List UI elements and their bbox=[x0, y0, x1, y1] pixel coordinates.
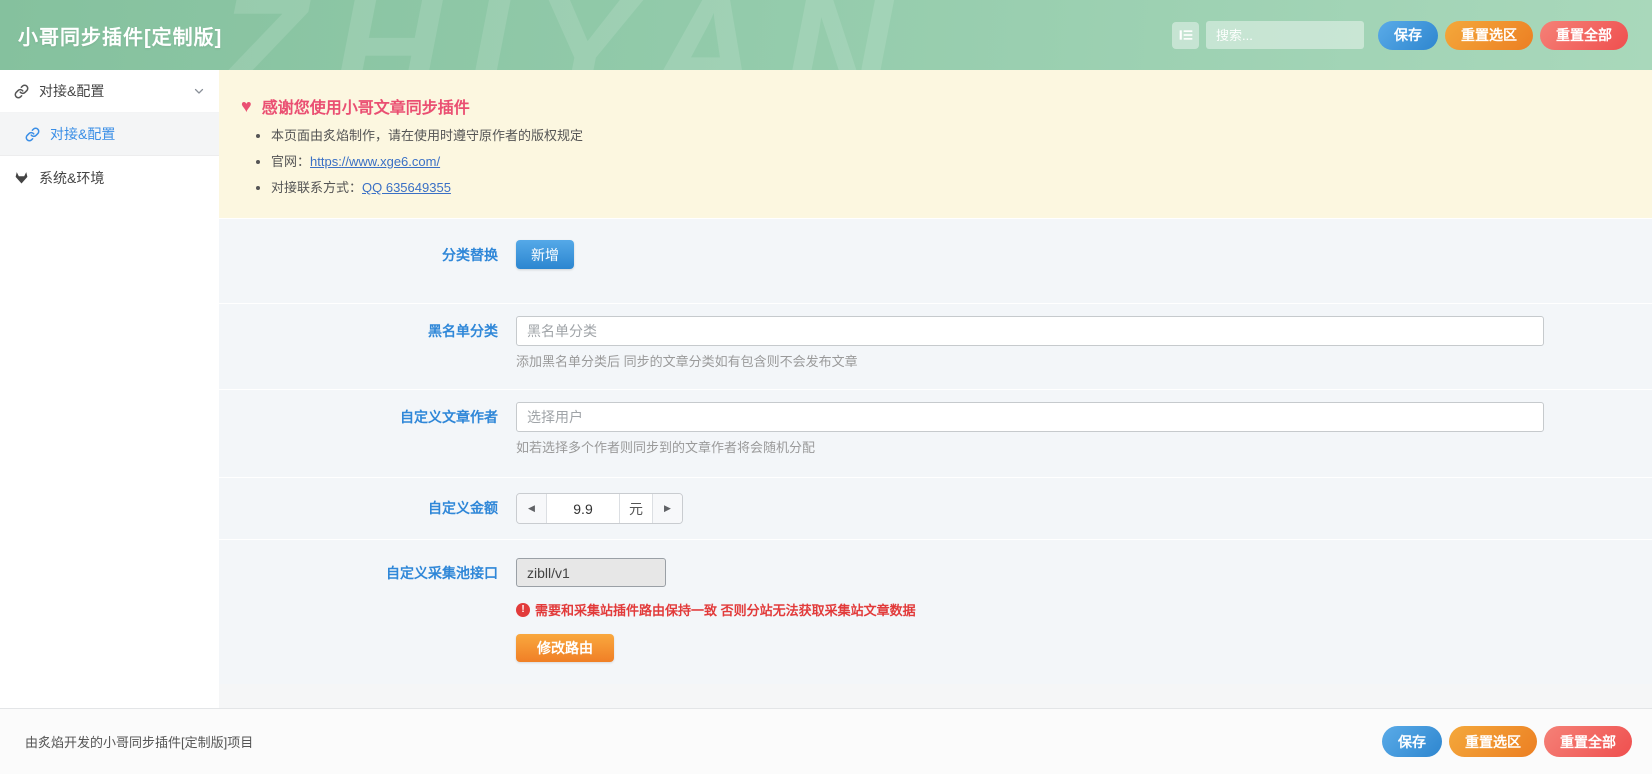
field-label: 自定义金额 bbox=[219, 493, 516, 539]
api-warning-text: 需要和采集站插件路由保持一致 否则分站无法获取采集站文章数据 bbox=[535, 600, 916, 619]
notice-text: 对接联系方式： bbox=[271, 180, 362, 195]
amount-input[interactable] bbox=[547, 494, 619, 523]
sidebar-item-label: 系统&环境 bbox=[39, 168, 104, 188]
amount-unit: 元 bbox=[619, 494, 652, 523]
heart-icon: ♥ bbox=[241, 97, 252, 115]
modify-route-button[interactable]: 修改路由 bbox=[516, 634, 614, 662]
notice-text: 官网： bbox=[271, 154, 310, 169]
reset-selection-button[interactable]: 重置选区 bbox=[1445, 21, 1533, 50]
sidebar: 对接&配置 对接&配置 bbox=[0, 70, 219, 708]
notice-item: 对接联系方式：QQ 635649355 bbox=[271, 179, 1622, 196]
field-label: 自定义文章作者 bbox=[219, 402, 516, 477]
amount-increase-button[interactable]: ▶ bbox=[652, 494, 682, 523]
field-hint: 添加黑名单分类后 同步的文章分类如有包含则不会发布文章 bbox=[516, 354, 1544, 369]
notice-list: 本页面由炙焰制作，请在使用时遵守原作者的版权规定 官网：https://www.… bbox=[271, 127, 1622, 196]
api-warning: ! 需要和采集站插件路由保持一致 否则分站无法获取采集站文章数据 bbox=[516, 600, 1544, 619]
left-arrow-icon: ◀ bbox=[528, 503, 535, 514]
reset-all-button[interactable]: 重置全部 bbox=[1544, 726, 1632, 757]
app-title: 小哥同步插件[定制版] bbox=[18, 21, 222, 50]
field-label: 自定义采集池接口 bbox=[219, 558, 516, 684]
row-custom-author: 自定义文章作者 如若选择多个作者则同步到的文章作者将会随机分配 bbox=[219, 389, 1652, 477]
row-collection-api: 自定义采集池接口 ! 需要和采集站插件路由保持一致 否则分站无法获取采集站文章数… bbox=[219, 539, 1652, 684]
amount-decrease-button[interactable]: ◀ bbox=[517, 494, 547, 523]
search-input[interactable] bbox=[1206, 21, 1364, 49]
reset-selection-button[interactable]: 重置选区 bbox=[1449, 726, 1537, 757]
right-arrow-icon: ▶ bbox=[664, 503, 671, 514]
notice-panel: ♥ 感谢您使用小哥文章同步插件 本页面由炙焰制作，请在使用时遵守原作者的版权规定… bbox=[219, 70, 1652, 218]
footer-text: 由炙焰开发的小哥同步插件[定制版]项目 bbox=[25, 732, 253, 751]
row-blacklist-category: 黑名单分类 添加黑名单分类后 同步的文章分类如有包含则不会发布文章 bbox=[219, 303, 1652, 389]
add-category-replace-button[interactable]: 新增 bbox=[516, 240, 574, 269]
main-area: 对接&配置 对接&配置 bbox=[0, 70, 1652, 708]
sidebar-item-system-env[interactable]: 系统&环境 bbox=[0, 156, 219, 199]
sidebar-item-label: 对接&配置 bbox=[39, 81, 104, 101]
field-label: 黑名单分类 bbox=[219, 316, 516, 389]
collapse-sidebar-icon bbox=[1178, 27, 1194, 43]
link-icon bbox=[25, 127, 40, 142]
row-custom-amount: 自定义金额 ◀ 元 ▶ bbox=[219, 477, 1652, 539]
header-toolbar: 保存 重置选区 重置全部 bbox=[1172, 21, 1652, 50]
collection-api-input bbox=[516, 558, 666, 587]
reset-all-button[interactable]: 重置全部 bbox=[1540, 21, 1628, 50]
footer-toolbar: 保存 重置选区 重置全部 bbox=[1368, 726, 1632, 757]
settings-form: 分类替换 新增 黑名单分类 添加黑名单分类后 同步的文章分类如有包含则不会发布文… bbox=[219, 218, 1652, 684]
notice-title: 感谢您使用小哥文章同步插件 bbox=[262, 94, 470, 118]
header-watermark: ZHIYAN bbox=[215, 0, 918, 70]
info-icon: ! bbox=[516, 603, 530, 617]
link-icon bbox=[14, 84, 29, 99]
official-site-link[interactable]: https://www.xge6.com/ bbox=[310, 154, 440, 169]
chevron-down-icon bbox=[193, 85, 205, 97]
header: ZHIYAN 小哥同步插件[定制版] 保存 重置选区 重置全部 bbox=[0, 0, 1652, 70]
sidebar-item-label: 对接&配置 bbox=[50, 124, 115, 144]
sidebar-subitem-connect-config-active[interactable]: 对接&配置 bbox=[0, 113, 219, 156]
notice-text: 本页面由炙焰制作，请在使用时遵守原作者的版权规定 bbox=[271, 128, 583, 143]
field-hint: 如若选择多个作者则同步到的文章作者将会随机分配 bbox=[516, 440, 1544, 455]
amount-stepper: ◀ 元 ▶ bbox=[516, 493, 683, 524]
sidebar-item-connect-config[interactable]: 对接&配置 bbox=[0, 70, 219, 113]
content-panel: ♥ 感谢您使用小哥文章同步插件 本页面由炙焰制作，请在使用时遵守原作者的版权规定… bbox=[219, 70, 1652, 708]
save-button[interactable]: 保存 bbox=[1382, 726, 1442, 757]
collapse-sidebar-button[interactable] bbox=[1172, 22, 1199, 49]
row-category-replace: 分类替换 新增 bbox=[219, 218, 1652, 303]
field-label: 分类替换 bbox=[219, 240, 516, 303]
qq-contact-link[interactable]: QQ 635649355 bbox=[362, 180, 451, 195]
notice-title-row: ♥ 感谢您使用小哥文章同步插件 bbox=[241, 94, 1622, 118]
blacklist-category-input[interactable] bbox=[516, 316, 1544, 346]
notice-item: 官网：https://www.xge6.com/ bbox=[271, 153, 1622, 170]
app-window: ZHIYAN 小哥同步插件[定制版] 保存 重置选区 重置全部 bbox=[0, 0, 1652, 774]
custom-author-input[interactable] bbox=[516, 402, 1544, 432]
save-button[interactable]: 保存 bbox=[1378, 21, 1438, 50]
notice-item: 本页面由炙焰制作，请在使用时遵守原作者的版权规定 bbox=[271, 127, 1622, 144]
footer: 由炙焰开发的小哥同步插件[定制版]项目 保存 重置选区 重置全部 bbox=[0, 708, 1652, 774]
gitlab-icon bbox=[14, 170, 29, 185]
